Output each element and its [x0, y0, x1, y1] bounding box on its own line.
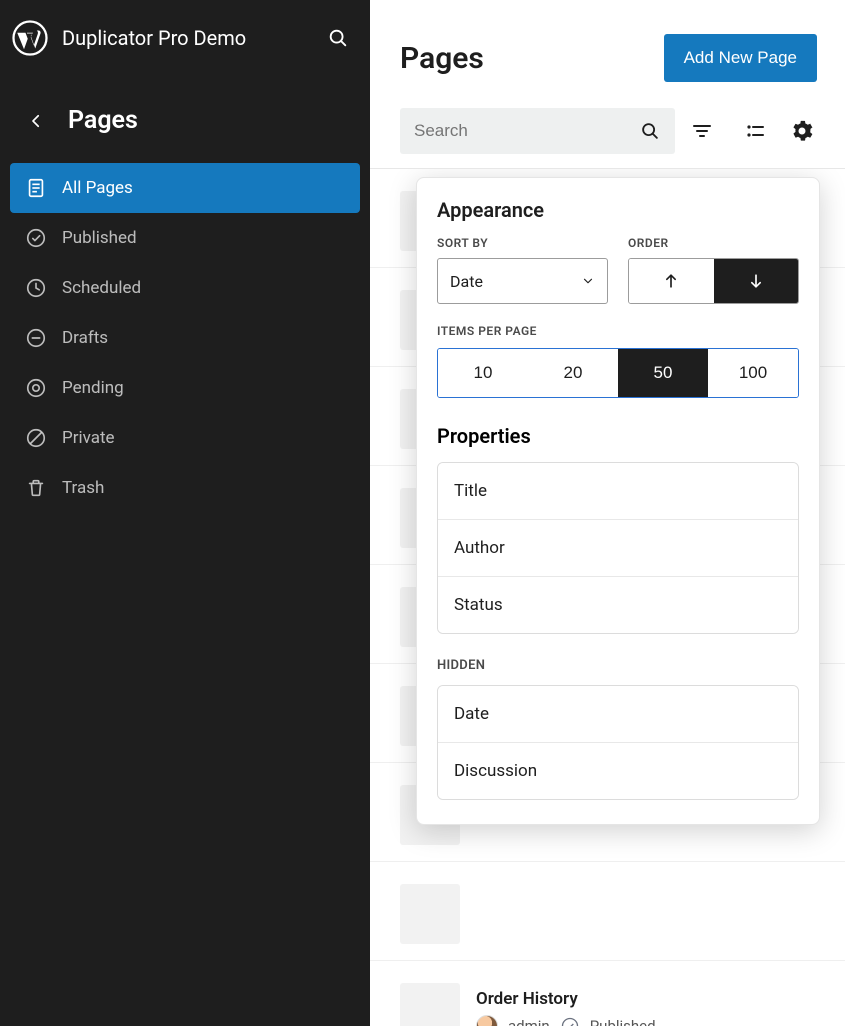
sidebar-item-private[interactable]: Private: [10, 413, 360, 463]
main-panel: Pages Add New Page: [370, 0, 845, 1026]
sidebar-item-label: All Pages: [62, 178, 133, 198]
sidebar-header: Duplicator Pro Demo: [0, 10, 370, 76]
properties-list: Title Author Status: [437, 462, 799, 634]
sidebar-item-label: Trash: [62, 478, 104, 498]
minus-circle-icon: [24, 326, 48, 350]
table-row[interactable]: Order History admin Published: [370, 967, 845, 1026]
sort-by-label: SORT BY: [437, 236, 608, 250]
order-toggle: [628, 258, 799, 304]
sidebar-nav: All Pages Published Scheduled Drafts: [0, 159, 370, 517]
items-per-page-option[interactable]: 20: [528, 349, 618, 397]
page-thumbnail: [400, 884, 460, 944]
sidebar-item-label: Private: [62, 428, 115, 448]
settings-gear-icon[interactable]: [783, 111, 821, 151]
order-desc-button[interactable]: [714, 259, 799, 303]
filter-icon[interactable]: [683, 111, 721, 151]
clock-icon: [24, 276, 48, 300]
page-row-status: Published: [590, 1017, 656, 1026]
sort-by-value: Date: [450, 272, 483, 291]
search-input[interactable]: [414, 121, 635, 141]
property-item[interactable]: Discussion: [438, 743, 798, 799]
wordpress-logo-icon[interactable]: [12, 20, 48, 56]
back-icon[interactable]: [24, 109, 48, 133]
toolbar: [370, 108, 845, 168]
sidebar-item-label: Published: [62, 228, 137, 248]
order-label: ORDER: [628, 236, 799, 250]
block-icon: [24, 426, 48, 450]
sidebar-item-label: Drafts: [62, 328, 108, 348]
sidebar-item-label: Scheduled: [62, 278, 141, 298]
items-per-page-segment: 10 20 50 100: [437, 348, 799, 398]
pending-icon: [24, 376, 48, 400]
property-item[interactable]: Status: [438, 577, 798, 633]
sort-by-select[interactable]: Date: [437, 258, 608, 304]
add-new-page-button[interactable]: Add New Page: [664, 34, 817, 82]
page-row-title[interactable]: Order History: [476, 989, 656, 1009]
trash-icon: [24, 476, 48, 500]
breadcrumb: Pages: [0, 76, 370, 159]
order-asc-button[interactable]: [629, 259, 714, 303]
page-meta: Order History admin Published: [476, 989, 656, 1026]
items-per-page-option[interactable]: 50: [618, 349, 708, 397]
page-icon: [24, 176, 48, 200]
sidebar-item-label: Pending: [62, 378, 124, 398]
sidebar-item-published[interactable]: Published: [10, 213, 360, 263]
check-circle-icon: [24, 226, 48, 250]
property-item[interactable]: Author: [438, 520, 798, 577]
page-thumbnail: [400, 983, 460, 1026]
author-avatar: [476, 1015, 498, 1026]
view-options-popover: Appearance SORT BY Date ORDER: [416, 177, 820, 825]
sidebar-item-all-pages[interactable]: All Pages: [10, 163, 360, 213]
sidebar-item-scheduled[interactable]: Scheduled: [10, 263, 360, 313]
property-item[interactable]: Title: [438, 463, 798, 520]
page-row-author: admin: [508, 1017, 550, 1026]
content-list: Order History admin Published Appe: [370, 168, 845, 1026]
check-circle-icon: [560, 1016, 580, 1026]
page-title: Pages: [400, 41, 484, 76]
properties-heading: Properties: [437, 424, 799, 448]
sidebar: Duplicator Pro Demo Pages All Pages: [0, 0, 370, 1026]
chevron-down-icon: [581, 274, 595, 288]
site-title[interactable]: Duplicator Pro Demo: [62, 26, 312, 50]
search-field-wrap[interactable]: [400, 108, 675, 154]
appearance-heading: Appearance: [437, 198, 799, 222]
items-per-page-option[interactable]: 100: [708, 349, 798, 397]
items-per-page-option[interactable]: 10: [438, 349, 528, 397]
sidebar-item-drafts[interactable]: Drafts: [10, 313, 360, 363]
sidebar-item-pending[interactable]: Pending: [10, 363, 360, 413]
list-view-icon[interactable]: [737, 111, 775, 151]
property-item[interactable]: Date: [438, 686, 798, 743]
hidden-properties-list: Date Discussion: [437, 685, 799, 800]
search-submit-icon[interactable]: [635, 116, 665, 146]
hidden-heading: HIDDEN: [437, 658, 799, 673]
sidebar-item-trash[interactable]: Trash: [10, 463, 360, 513]
breadcrumb-title: Pages: [68, 106, 138, 135]
global-search-icon[interactable]: [326, 26, 350, 50]
main-header: Pages Add New Page: [370, 0, 845, 108]
items-per-page-label: ITEMS PER PAGE: [437, 324, 799, 338]
table-row[interactable]: [370, 868, 845, 961]
